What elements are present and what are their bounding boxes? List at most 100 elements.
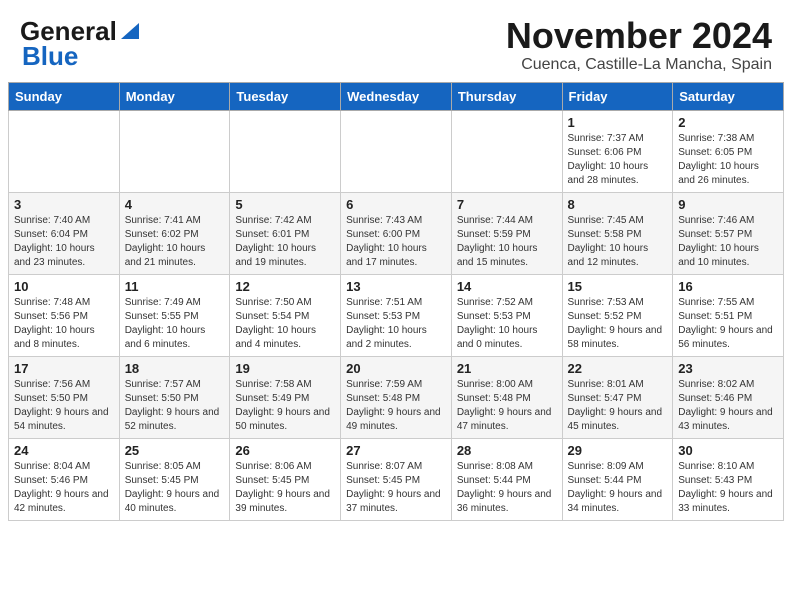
day-info: Sunrise: 7:42 AM Sunset: 6:01 PM Dayligh… — [235, 214, 335, 270]
day-info: Sunrise: 7:49 AM Sunset: 5:55 PM Dayligh… — [125, 296, 225, 352]
calendar-day-cell: 21 Sunrise: 8:00 AM Sunset: 5:48 PM Dayli… — [451, 356, 562, 438]
calendar-day-cell: 10Sunrise: 7:48 AM Sunset: 5:56 PM Dayli… — [9, 274, 120, 356]
calendar-day-cell: 14Sunrise: 7:52 AM Sunset: 5:53 PM Dayli… — [451, 274, 562, 356]
day-info: Sunrise: 7:53 AM Sunset: 5:52 PM Dayligh… — [568, 296, 668, 352]
day-info: Sunrise: 8:02 AM Sunset: 5:46 PM Dayligh… — [678, 378, 778, 434]
day-info: Sunrise: 7:48 AM Sunset: 5:56 PM Dayligh… — [14, 296, 114, 352]
day-of-week-header: Monday — [119, 82, 230, 110]
calendar-header-row: SundayMondayTuesdayWednesdayThursdayFrid… — [9, 82, 784, 110]
day-number: 30 — [678, 443, 778, 458]
day-number: 11 — [125, 279, 225, 294]
day-of-week-header: Friday — [562, 82, 673, 110]
day-info: Sunrise: 7:38 AM Sunset: 6:05 PM Dayligh… — [678, 132, 778, 188]
day-info: Sunrise: 7:55 AM Sunset: 5:51 PM Dayligh… — [678, 296, 778, 352]
calendar-day-cell: 17Sunrise: 7:56 AM Sunset: 5:50 PM Dayli… — [9, 356, 120, 438]
day-number: 26 — [235, 443, 335, 458]
day-info: Sunrise: 7:51 AM Sunset: 5:53 PM Dayligh… — [346, 296, 446, 352]
calendar-day-cell — [9, 110, 120, 192]
day-of-week-header: Tuesday — [230, 82, 341, 110]
calendar-day-cell: 23 Sunrise: 8:02 AM Sunset: 5:46 PM Dayli… — [673, 356, 784, 438]
calendar-day-cell: 16 Sunrise: 7:55 AM Sunset: 5:51 PM Dayli… — [673, 274, 784, 356]
day-info: Sunrise: 8:09 AM Sunset: 5:44 PM Dayligh… — [568, 460, 668, 516]
day-of-week-header: Thursday — [451, 82, 562, 110]
day-number: 5 — [235, 197, 335, 212]
day-number: 4 — [125, 197, 225, 212]
day-info: Sunrise: 7:46 AM Sunset: 5:57 PM Dayligh… — [678, 214, 778, 270]
day-of-week-header: Saturday — [673, 82, 784, 110]
day-number: 18 — [125, 361, 225, 376]
calendar-day-cell: 30 Sunrise: 8:10 AM Sunset: 5:43 PM Dayli… — [673, 438, 784, 520]
logo-blue: Blue — [22, 41, 78, 72]
day-number: 3 — [14, 197, 114, 212]
day-number: 28 — [457, 443, 557, 458]
calendar-day-cell: 6 Sunrise: 7:43 AM Sunset: 6:00 PM Daylig… — [341, 192, 452, 274]
day-number: 24 — [14, 443, 114, 458]
calendar-week-row: 3 Sunrise: 7:40 AM Sunset: 6:04 PM Daylig… — [9, 192, 784, 274]
calendar-week-row: 24 Sunrise: 8:04 AM Sunset: 5:46 PM Dayli… — [9, 438, 784, 520]
calendar-day-cell: 11 Sunrise: 7:49 AM Sunset: 5:55 PM Dayli… — [119, 274, 230, 356]
day-info: Sunrise: 7:59 AM Sunset: 5:48 PM Dayligh… — [346, 378, 446, 434]
calendar-day-cell: 3 Sunrise: 7:40 AM Sunset: 6:04 PM Daylig… — [9, 192, 120, 274]
day-info: Sunrise: 7:50 AM Sunset: 5:54 PM Dayligh… — [235, 296, 335, 352]
calendar-day-cell: 27 Sunrise: 8:07 AM Sunset: 5:45 PM Dayli… — [341, 438, 452, 520]
day-number: 12 — [235, 279, 335, 294]
day-number: 22 — [568, 361, 668, 376]
day-number: 20 — [346, 361, 446, 376]
day-number: 9 — [678, 197, 778, 212]
calendar-day-cell: 22Sunrise: 8:01 AM Sunset: 5:47 PM Dayli… — [562, 356, 673, 438]
page-header: General Blue November 2024 Cuenca, Casti… — [0, 0, 792, 82]
day-number: 13 — [346, 279, 446, 294]
logo-arrow-icon — [119, 19, 141, 41]
calendar-day-cell: 20 Sunrise: 7:59 AM Sunset: 5:48 PM Dayli… — [341, 356, 452, 438]
day-info: Sunrise: 8:10 AM Sunset: 5:43 PM Dayligh… — [678, 460, 778, 516]
calendar-day-cell: 25 Sunrise: 8:05 AM Sunset: 5:45 PM Dayli… — [119, 438, 230, 520]
calendar-day-cell: 18Sunrise: 7:57 AM Sunset: 5:50 PM Dayli… — [119, 356, 230, 438]
day-info: Sunrise: 8:00 AM Sunset: 5:48 PM Dayligh… — [457, 378, 557, 434]
day-number: 29 — [568, 443, 668, 458]
calendar-day-cell: 13 Sunrise: 7:51 AM Sunset: 5:53 PM Dayli… — [341, 274, 452, 356]
calendar-day-cell — [230, 110, 341, 192]
day-of-week-header: Sunday — [9, 82, 120, 110]
calendar-day-cell: 15 Sunrise: 7:53 AM Sunset: 5:52 PM Dayli… — [562, 274, 673, 356]
month-title: November 2024 — [506, 16, 772, 56]
calendar-day-cell: 7Sunrise: 7:44 AM Sunset: 5:59 PM Daylig… — [451, 192, 562, 274]
day-number: 1 — [568, 115, 668, 130]
location-subtitle: Cuenca, Castille-La Mancha, Spain — [506, 56, 772, 74]
calendar-day-cell: 8 Sunrise: 7:45 AM Sunset: 5:58 PM Daylig… — [562, 192, 673, 274]
calendar-day-cell — [341, 110, 452, 192]
day-of-week-header: Wednesday — [341, 82, 452, 110]
calendar-body: 1 Sunrise: 7:37 AM Sunset: 6:06 PM Daylig… — [9, 110, 784, 520]
day-number: 17 — [14, 361, 114, 376]
calendar-day-cell: 24 Sunrise: 8:04 AM Sunset: 5:46 PM Dayli… — [9, 438, 120, 520]
day-number: 27 — [346, 443, 446, 458]
calendar-day-cell: 28 Sunrise: 8:08 AM Sunset: 5:44 PM Dayli… — [451, 438, 562, 520]
day-number: 19 — [235, 361, 335, 376]
day-info: Sunrise: 7:58 AM Sunset: 5:49 PM Dayligh… — [235, 378, 335, 434]
calendar-day-cell: 2Sunrise: 7:38 AM Sunset: 6:05 PM Daylig… — [673, 110, 784, 192]
day-info: Sunrise: 8:05 AM Sunset: 5:45 PM Dayligh… — [125, 460, 225, 516]
day-info: Sunrise: 8:04 AM Sunset: 5:46 PM Dayligh… — [14, 460, 114, 516]
calendar-day-cell: 12 Sunrise: 7:50 AM Sunset: 5:54 PM Dayli… — [230, 274, 341, 356]
title-block: November 2024 Cuenca, Castille-La Mancha… — [506, 16, 772, 74]
calendar-day-cell: 9 Sunrise: 7:46 AM Sunset: 5:57 PM Daylig… — [673, 192, 784, 274]
day-number: 16 — [678, 279, 778, 294]
day-info: Sunrise: 8:06 AM Sunset: 5:45 PM Dayligh… — [235, 460, 335, 516]
day-number: 8 — [568, 197, 668, 212]
calendar-day-cell — [451, 110, 562, 192]
day-info: Sunrise: 7:40 AM Sunset: 6:04 PM Dayligh… — [14, 214, 114, 270]
day-info: Sunrise: 8:07 AM Sunset: 5:45 PM Dayligh… — [346, 460, 446, 516]
day-info: Sunrise: 7:52 AM Sunset: 5:53 PM Dayligh… — [457, 296, 557, 352]
day-info: Sunrise: 7:45 AM Sunset: 5:58 PM Dayligh… — [568, 214, 668, 270]
day-info: Sunrise: 8:08 AM Sunset: 5:44 PM Dayligh… — [457, 460, 557, 516]
day-number: 25 — [125, 443, 225, 458]
calendar-day-cell: 29 Sunrise: 8:09 AM Sunset: 5:44 PM Dayli… — [562, 438, 673, 520]
calendar-week-row: 10Sunrise: 7:48 AM Sunset: 5:56 PM Dayli… — [9, 274, 784, 356]
calendar-day-cell: 26 Sunrise: 8:06 AM Sunset: 5:45 PM Dayli… — [230, 438, 341, 520]
day-number: 23 — [678, 361, 778, 376]
day-number: 21 — [457, 361, 557, 376]
day-info: Sunrise: 7:37 AM Sunset: 6:06 PM Dayligh… — [568, 132, 668, 188]
day-number: 7 — [457, 197, 557, 212]
day-info: Sunrise: 7:43 AM Sunset: 6:00 PM Dayligh… — [346, 214, 446, 270]
day-number: 6 — [346, 197, 446, 212]
day-number: 15 — [568, 279, 668, 294]
